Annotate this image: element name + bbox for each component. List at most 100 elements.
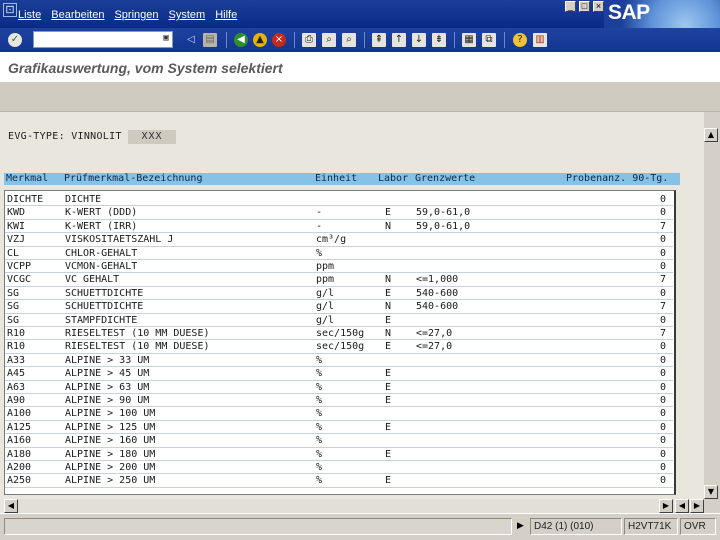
cell-einheit: % bbox=[316, 448, 323, 460]
last-page-icon[interactable]: ⇟ bbox=[432, 33, 446, 47]
horizontal-scrollbar[interactable]: ◀ ▶ ◀ ▶ bbox=[4, 499, 704, 513]
header-grenzwerte[interactable]: Grenzwerte bbox=[415, 173, 475, 185]
table-row[interactable]: VCGC VC GEHALT ppm N <=1,000 7 bbox=[5, 273, 673, 287]
status-message bbox=[4, 518, 512, 535]
cell-bezeichnung: ALPINE > 160 UM bbox=[65, 435, 156, 447]
first-page-icon[interactable]: ⇞ bbox=[372, 33, 386, 47]
prev-page-icon[interactable]: ↑ bbox=[392, 33, 406, 47]
cell-merkmal: A160 bbox=[7, 435, 32, 447]
table-row[interactable]: A63 ALPINE > 63 UM% E 0 bbox=[5, 381, 673, 394]
cell-proben: 0 bbox=[660, 475, 667, 487]
menu-springen[interactable]: Springen bbox=[114, 9, 158, 21]
table-row[interactable]: KWD K-WERT (DDD) - E 59,0-61,0 0 bbox=[5, 206, 673, 220]
next-page-icon[interactable]: ↓ bbox=[412, 33, 426, 47]
system-menu-icon[interactable]: ⊡ bbox=[3, 3, 17, 17]
cell-einheit: g/l bbox=[316, 314, 335, 326]
maximize-icon[interactable]: □ bbox=[579, 1, 590, 12]
status-session[interactable]: D42 (1) (010) bbox=[530, 518, 622, 535]
layout-icon[interactable]: ▥ bbox=[533, 33, 547, 47]
title-bar: Grafikauswertung, vom System selektiert bbox=[0, 52, 720, 82]
exit-icon[interactable]: ▲ bbox=[253, 33, 267, 47]
table-row[interactable]: A33 ALPINE > 33 UM% 0 bbox=[5, 354, 673, 368]
menu-hilfe[interactable]: Hilfe bbox=[215, 9, 237, 21]
scroll-right-icon[interactable]: ▶ bbox=[659, 499, 673, 513]
command-dropdown-icon[interactable]: ▣ bbox=[160, 31, 172, 46]
cell-labor: E bbox=[385, 381, 392, 393]
cell-proben: 0 bbox=[660, 408, 667, 420]
table-row[interactable]: R10 RIESELTEST (10 MM DUESE) sec/150g N <=27… bbox=[5, 327, 673, 341]
table-row[interactable]: VCPP VCMON-GEHALT ppm 0 bbox=[5, 260, 673, 274]
menu-system[interactable]: System bbox=[169, 9, 206, 21]
new-session-icon[interactable]: ▦ bbox=[462, 33, 476, 47]
status-toggle-icon[interactable]: ▶ bbox=[517, 521, 524, 531]
cell-bezeichnung: ALPINE > 45 UM bbox=[65, 368, 150, 380]
find-icon[interactable]: ⌕ bbox=[322, 33, 336, 47]
command-field[interactable] bbox=[33, 31, 173, 48]
cancel-icon[interactable]: × bbox=[272, 33, 286, 47]
table-row[interactable]: VZJ VISKOSITAETSZAHL J cm³/g 0 bbox=[5, 233, 673, 247]
table-row[interactable]: KWI K-WERT (IRR) - N 59,0-61,0 7 bbox=[5, 220, 673, 234]
header-bezeichnung[interactable]: Prüfmerkmal-Bezeichnung bbox=[64, 173, 202, 185]
status-bar: ▶ D42 (1) (010) H2VT71K OVR bbox=[0, 513, 720, 540]
status-mode[interactable]: OVR bbox=[680, 518, 716, 535]
shortcut-icon[interactable]: ⧉ bbox=[482, 33, 496, 47]
enter-icon[interactable]: ✓ bbox=[8, 33, 22, 47]
table-row[interactable]: SG STAMPFDICHTE g/l E 0 bbox=[5, 314, 673, 327]
toolbar-separator bbox=[454, 32, 455, 48]
cell-bezeichnung: CHLOR-GEHALT bbox=[65, 247, 138, 259]
menu-items: Liste Bearbeiten Springen System Hilfe bbox=[18, 9, 247, 21]
standard-toolbar: ✓ ▣ ◁ ▤ ◀ ▲ × ⎙ ⌕ ⌕ ⇞ ↑ ↓ ⇟ ▦ ⧉ ? ▥ bbox=[0, 28, 720, 52]
vertical-scrollbar[interactable]: ▲ ▼ bbox=[704, 128, 718, 513]
table-row[interactable]: R10 RIESELTEST (10 MM DUESE) sec/150g E <=27… bbox=[5, 340, 673, 354]
cell-proben: 7 bbox=[660, 274, 667, 286]
table-row[interactable]: SG SCHUETTDICHTE g/l E 540-600 0 bbox=[5, 287, 673, 301]
scroll-left-icon[interactable]: ◀ bbox=[4, 499, 18, 513]
table-row[interactable]: A160 ALPINE > 160 UM% 0 bbox=[5, 434, 673, 448]
scroll-up-icon[interactable]: ▲ bbox=[704, 128, 718, 142]
menu-liste[interactable]: Liste bbox=[18, 9, 41, 21]
cell-proben: 0 bbox=[660, 247, 667, 259]
table-row[interactable]: A125 ALPINE > 125 UM% E 0 bbox=[5, 421, 673, 435]
table-row[interactable]: A250 ALPINE > 250 UM% E 0 bbox=[5, 474, 673, 488]
table-row[interactable]: SG SCHUETTDICHTE g/l N 540-600 7 bbox=[5, 300, 673, 314]
cell-labor: N bbox=[385, 301, 392, 313]
green-arrow-back-icon[interactable]: ◀ bbox=[234, 33, 248, 47]
cell-bezeichnung: RIESELTEST (10 MM DUESE) bbox=[65, 341, 210, 353]
table-row[interactable]: CL CHLOR-GEHALT% 0 bbox=[5, 247, 673, 260]
cell-labor: E bbox=[385, 475, 392, 487]
cell-bezeichnung: ALPINE > 33 UM bbox=[65, 354, 150, 366]
cell-merkmal: DICHTE bbox=[7, 194, 44, 205]
header-einheit[interactable]: Einheit bbox=[315, 173, 357, 185]
header-proben[interactable]: Probenanz. 90-Tg. bbox=[566, 173, 668, 185]
back-icon[interactable]: ◁ bbox=[184, 33, 198, 47]
table-row[interactable]: A180 ALPINE > 180 UM% E 0 bbox=[5, 448, 673, 461]
table-row[interactable]: A90 ALPINE > 90 UM% E 0 bbox=[5, 394, 673, 408]
scroll-right-icon[interactable]: ▶ bbox=[690, 499, 704, 513]
header-merkmal[interactable]: Merkmal bbox=[6, 173, 48, 185]
table-row[interactable]: A45 ALPINE > 45 UM% E 0 bbox=[5, 367, 673, 381]
cell-einheit: % bbox=[316, 408, 323, 420]
table-row[interactable]: A100 ALPINE > 100 UM% 0 bbox=[5, 407, 673, 421]
minimize-icon[interactable]: _ bbox=[565, 1, 576, 12]
help-icon[interactable]: ? bbox=[513, 33, 527, 47]
close-icon[interactable]: × bbox=[593, 1, 604, 12]
header-labor[interactable]: Labor bbox=[378, 173, 408, 185]
print-icon[interactable]: ⎙ bbox=[302, 33, 316, 47]
scroll-left-icon[interactable]: ◀ bbox=[675, 499, 689, 513]
cell-merkmal: A33 bbox=[7, 354, 26, 366]
cell-merkmal: R10 bbox=[7, 341, 26, 353]
cell-merkmal: VCPP bbox=[7, 261, 32, 272]
scroll-down-icon[interactable]: ▼ bbox=[704, 485, 718, 499]
cell-bezeichnung: ALPINE > 125 UM bbox=[65, 421, 156, 433]
menu-bearbeiten[interactable]: Bearbeiten bbox=[51, 9, 104, 21]
table-row[interactable]: DICHTE DICHTE 0 bbox=[5, 193, 673, 207]
cell-merkmal: A90 bbox=[7, 395, 26, 406]
save-icon[interactable]: ▤ bbox=[203, 33, 217, 47]
cell-einheit: cm³/g bbox=[316, 234, 347, 246]
status-server: H2VT71K bbox=[624, 518, 678, 535]
find-next-icon[interactable]: ⌕ bbox=[342, 33, 356, 47]
cell-einheit: % bbox=[316, 421, 323, 433]
toolbar-separator bbox=[364, 32, 365, 48]
table-row[interactable]: A200 ALPINE > 200 UM% 0 bbox=[5, 461, 673, 475]
cell-bezeichnung: DICHTE bbox=[65, 194, 102, 205]
